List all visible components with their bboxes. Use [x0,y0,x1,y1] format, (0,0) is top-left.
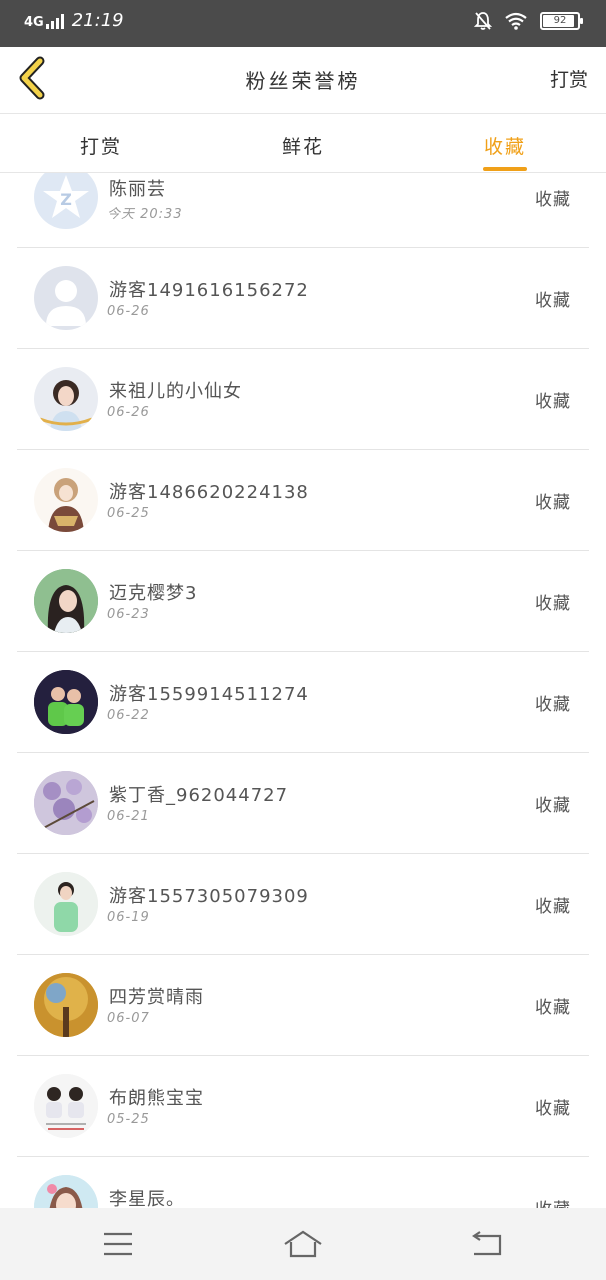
tab-reward[interactable]: 打赏 [0,114,202,172]
list-item[interactable]: Z 陈丽芸 今天 20:33 收藏 [17,173,589,248]
fan-list[interactable]: Z 陈丽芸 今天 20:33 收藏 游客1491616156272 06-26 … [0,173,606,1208]
action-label: 收藏 [535,291,571,311]
flower-avatar [34,771,98,835]
girl-illustration-avatar [34,1175,98,1208]
action-label: 收藏 [535,1195,571,1208]
list-item[interactable]: 来祖儿的小仙女 06-26 收藏 [17,349,589,450]
fan-name: 来祖儿的小仙女 [109,381,242,402]
fan-date: 06-23 [107,607,150,622]
default-person-avatar [34,266,98,330]
fan-name: 游客1491616156272 [109,280,309,301]
list-item[interactable]: 李星辰。 05-20 收藏 [17,1157,589,1208]
battery-icon: 92 [540,12,583,30]
tab-favorites[interactable]: 收藏 [404,114,606,172]
list-item[interactable]: 布朗熊宝宝 05-25 收藏 [17,1056,589,1157]
tree-avatar [34,973,98,1037]
fan-list-rows: Z 陈丽芸 今天 20:33 收藏 游客1491616156272 06-26 … [0,173,606,1208]
fan-name: 游客1486620224138 [109,482,309,503]
action-label: 收藏 [535,796,571,816]
action-label: 收藏 [535,897,571,917]
status-left: 4G 21:19 [24,10,124,31]
action-label: 收藏 [535,190,571,210]
menu-button[interactable] [98,1228,138,1260]
reward-button[interactable]: 打赏 [550,65,588,92]
fan-name: 游客1557305079309 [109,886,309,907]
list-item[interactable]: 游客1559914511274 06-22 收藏 [17,652,589,753]
list-item[interactable]: 游客1491616156272 06-26 收藏 [17,248,589,349]
back-nav-button[interactable] [468,1228,508,1260]
signal-indicator: 4G [24,13,64,29]
fan-date: 06-22 [107,708,150,723]
list-item[interactable]: 游客1557305079309 06-19 收藏 [17,854,589,955]
list-item[interactable]: 紫丁香_962044727 06-21 收藏 [17,753,589,854]
action-label: 收藏 [535,392,571,412]
fan-date: 06-07 [107,1011,150,1026]
tab-flowers[interactable]: 鲜花 [202,114,404,172]
action-label: 收藏 [535,695,571,715]
battery-level: 92 [553,15,567,26]
girl-photo-avatar [34,367,98,431]
fan-name: 李星辰。 [109,1189,185,1208]
fan-name: 迈克樱梦3 [109,583,198,604]
list-item[interactable]: 四芳赏晴雨 06-07 收藏 [17,955,589,1056]
home-button[interactable] [283,1228,323,1260]
fan-name: 游客1559914511274 [109,684,309,705]
fan-date: 06-26 [107,304,150,319]
svg-text:Z: Z [60,190,72,209]
fan-date: 今天 20:33 [107,207,183,222]
fan-name: 四芳赏晴雨 [109,987,204,1008]
status-bar: 4G 21:19 92 [0,0,606,47]
list-item[interactable]: 游客1486620224138 06-25 收藏 [17,450,589,551]
mute-bell-icon [474,12,492,30]
wifi-icon [505,12,527,30]
return-icon [472,1231,502,1256]
network-type: 4G [24,14,44,30]
status-right: 92 [474,11,583,31]
woman-photo-avatar [34,569,98,633]
system-nav-bar [0,1208,606,1280]
kids-photo-avatar [34,670,98,734]
page-title: 粉丝荣誉榜 [245,69,361,93]
action-label: 收藏 [535,1099,571,1119]
app-header: 粉丝荣誉榜 打赏 [0,47,606,114]
fan-date: 05-25 [107,1112,150,1127]
fan-name: 布朗熊宝宝 [109,1088,204,1109]
action-label: 收藏 [535,493,571,513]
list-item[interactable]: 迈克樱梦3 06-23 收藏 [17,551,589,652]
fan-date: 06-25 [107,506,150,521]
home-icon [284,1230,322,1258]
fan-date: 06-21 [107,809,150,824]
fan-date: 06-26 [107,405,150,420]
qq-default-avatar: Z [34,173,98,229]
fan-name: 陈丽芸 [109,179,166,200]
action-label: 收藏 [535,998,571,1018]
anime-avatar [34,468,98,532]
status-time: 21:19 [71,10,124,31]
fan-name: 紫丁香_962044727 [109,785,289,806]
action-label: 收藏 [535,594,571,614]
boy-photo-avatar [34,872,98,936]
menu-icon [104,1232,132,1256]
group-photo-avatar [34,1074,98,1138]
fan-date: 06-19 [107,910,150,925]
signal-bars-icon [45,13,64,29]
tab-bar: 打赏 鲜花 收藏 [0,114,606,173]
